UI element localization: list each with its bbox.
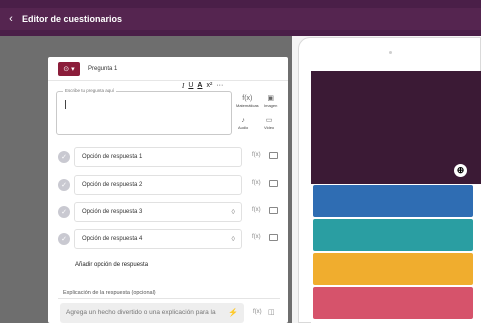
- page-title: Editor de cuestionarios: [22, 14, 123, 24]
- question-editor-card: ⊙ ▾ Pregunta 1 I U A x² ··· Escribe tu p…: [48, 57, 288, 323]
- correct-toggle-icon[interactable]: ✓: [58, 151, 70, 163]
- answer-input-3[interactable]: Opción de respuesta 3 ◊: [74, 202, 242, 222]
- lightning-icon[interactable]: ⚡: [228, 303, 238, 323]
- tablet-preview: ⊕: [298, 37, 481, 323]
- title-bar: ‹ Editor de cuestionarios: [0, 8, 481, 30]
- question-text-input[interactable]: Escribe tu pregunta aquí: [56, 88, 232, 135]
- preview-screen: ⊕: [311, 71, 481, 323]
- explanation-placeholder: Agrega un hecho divertido o una explicac…: [66, 309, 216, 316]
- correct-toggle-icon[interactable]: ✓: [58, 206, 70, 218]
- preview-question-area: ⊕: [311, 71, 481, 184]
- divider: [58, 298, 280, 299]
- multiple-choice-icon: ⊙: [63, 65, 70, 73]
- math-tool-label: Matemáticas: [236, 103, 259, 108]
- add-answer-button[interactable]: Añadir opción de respuesta: [75, 262, 148, 268]
- answer-row-4: ✓ Opción de respuesta 4 ◊ f(x): [58, 229, 280, 249]
- microphone-icon: ♪: [241, 117, 245, 124]
- math-icon[interactable]: f(x): [252, 207, 261, 213]
- correct-toggle-icon[interactable]: ✓: [58, 179, 70, 191]
- math-icon[interactable]: f(x): [252, 234, 261, 240]
- answer-input-4[interactable]: Opción de respuesta 4 ◊: [74, 229, 242, 249]
- video-camera-icon: ▭: [265, 117, 273, 124]
- image-icon[interactable]: [269, 207, 278, 214]
- answer-row-2: ✓ Opción de respuesta 2 f(x): [58, 175, 280, 195]
- math-icon[interactable]: f(x): [252, 180, 261, 186]
- math-icon[interactable]: f(x): [253, 309, 262, 315]
- answer-row-1: ✓ Opción de respuesta 1 f(x): [58, 147, 280, 167]
- image-tool-label: Imagen: [264, 103, 278, 108]
- audio-tool[interactable]: ♪ Audio: [238, 116, 248, 130]
- correct-toggle-icon[interactable]: ✓: [58, 233, 70, 245]
- image-icon[interactable]: [269, 234, 278, 241]
- image-tool[interactable]: ▣ Imagen: [264, 94, 277, 108]
- answer-label: Opción de respuesta 4: [82, 236, 143, 242]
- question-type-dropdown[interactable]: ⊙ ▾: [58, 61, 80, 76]
- preview-option-1: [313, 185, 473, 217]
- preview-option-4: [313, 287, 473, 319]
- lightbulb-icon[interactable]: ◊: [232, 203, 235, 222]
- tablet-camera: [389, 51, 392, 54]
- chevron-down-icon: ▾: [71, 65, 75, 73]
- zoom-in-icon[interactable]: ⊕: [454, 164, 467, 177]
- image-icon: ▣: [267, 95, 274, 102]
- question-input-placeholder: Escribe tu pregunta aquí: [63, 88, 117, 93]
- question-number-label: Pregunta 1: [88, 65, 118, 72]
- video-tool-label: Video: [264, 125, 275, 130]
- preview-option-3: [313, 253, 473, 285]
- video-tool[interactable]: ▭ Video: [264, 116, 274, 130]
- image-icon[interactable]: [269, 180, 278, 187]
- lightbulb-icon[interactable]: ◊: [232, 230, 235, 249]
- answer-input-1[interactable]: Opción de respuesta 1: [74, 147, 242, 167]
- preview-option-2: [313, 219, 473, 251]
- image-icon[interactable]: [269, 152, 278, 159]
- explanation-label: Explicación de la respuesta (opcional): [63, 290, 156, 296]
- explanation-input[interactable]: Agrega un hecho divertido o una explicac…: [60, 303, 244, 323]
- back-arrow-icon[interactable]: ‹: [0, 13, 22, 25]
- question-header: ⊙ ▾ Pregunta 1: [48, 57, 288, 81]
- math-icon: f(x): [242, 95, 253, 102]
- math-tool[interactable]: f(x) Matemáticas: [236, 94, 259, 108]
- answer-input-2[interactable]: Opción de respuesta 2: [74, 175, 242, 195]
- answer-label: Opción de respuesta 3: [82, 209, 143, 215]
- answer-label: Opción de respuesta 2: [82, 182, 143, 188]
- audio-tool-label: Audio: [238, 125, 249, 130]
- answer-row-3: ✓ Opción de respuesta 3 ◊ f(x): [58, 202, 280, 222]
- math-icon[interactable]: f(x): [252, 152, 261, 158]
- text-cursor: [65, 100, 66, 109]
- answer-label: Opción de respuesta 1: [82, 154, 143, 160]
- media-icon[interactable]: ◫: [268, 308, 275, 316]
